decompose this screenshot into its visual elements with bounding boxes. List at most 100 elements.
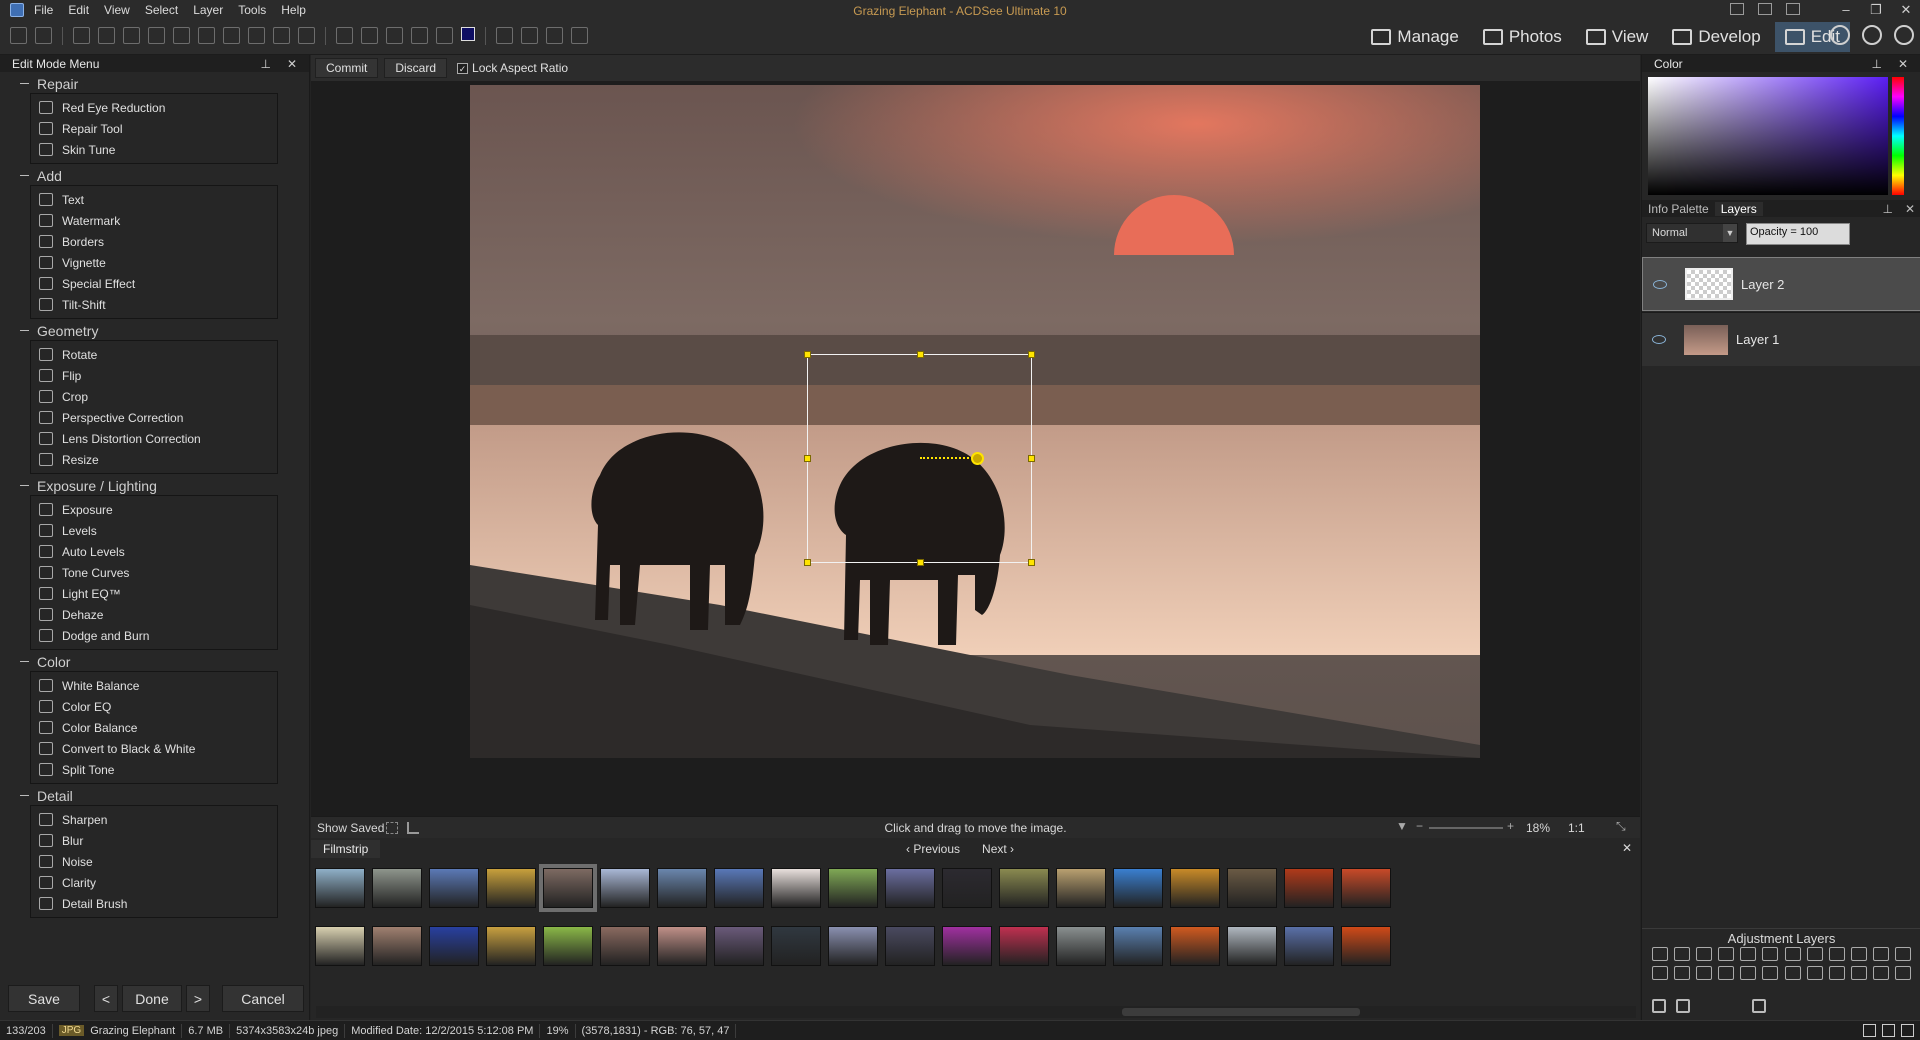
filmstrip-thumbnail[interactable] [1284, 868, 1334, 908]
layout-left-icon[interactable] [1730, 3, 1744, 15]
adj-stamp-icon[interactable] [1872, 966, 1889, 980]
shape-tool-icon[interactable] [273, 27, 290, 44]
scroll-thumb[interactable] [1122, 1008, 1360, 1016]
eye-icon[interactable] [1653, 279, 1667, 289]
zoom-slider[interactable] [1429, 827, 1503, 829]
gradient-icon[interactable] [386, 27, 403, 44]
tool-red-eye-reduction[interactable]: Red Eye Reduction [31, 97, 277, 118]
photo-elephants-sunset[interactable] [470, 85, 1480, 758]
layout-right-icon[interactable] [1786, 3, 1800, 15]
eyedropper-icon[interactable] [436, 27, 453, 44]
delete-layer-icon[interactable] [1752, 999, 1766, 1013]
adj-more-icon[interactable] [1894, 966, 1911, 980]
visibility-icon[interactable] [1894, 25, 1914, 45]
layer-row[interactable]: Layer 1 [1642, 312, 1920, 366]
polygon-lasso-icon[interactable] [123, 27, 140, 44]
filmstrip-thumbnail[interactable] [1056, 926, 1106, 966]
clone-icon[interactable] [361, 27, 378, 44]
adj-effect-icon[interactable] [1740, 966, 1757, 980]
tool-detail-brush[interactable]: Detail Brush [31, 893, 277, 914]
tool-dodge-and-burn[interactable]: Dodge and Burn [31, 625, 277, 646]
tool-vignette[interactable]: Vignette [31, 252, 277, 273]
adj-photo-filter-icon[interactable] [1806, 947, 1823, 961]
adj-color-eq-icon[interactable] [1740, 947, 1757, 961]
blend-mode-select[interactable]: Normal ▼ [1646, 223, 1738, 243]
filmstrip-thumbnail[interactable] [1341, 926, 1391, 966]
adj-tilt-icon[interactable] [1762, 966, 1779, 980]
tool-tilt-shift[interactable]: Tilt-Shift [31, 294, 277, 315]
mode-develop[interactable]: Develop [1662, 22, 1770, 52]
pin-icon[interactable]: ⊥ [1876, 202, 1898, 216]
duplicate-layer-icon[interactable] [1676, 999, 1690, 1013]
mode-photos[interactable]: Photos [1473, 22, 1572, 52]
close-filmstrip-icon[interactable]: ✕ [1622, 841, 1632, 855]
tool-exposure[interactable]: Exposure [31, 499, 277, 520]
close-icon[interactable]: ✕ [1899, 202, 1920, 216]
record-icon[interactable] [521, 27, 538, 44]
group-title[interactable]: Add [20, 166, 278, 185]
adj-blur-icon[interactable] [1674, 966, 1691, 980]
close-icon[interactable]: ✕ [287, 57, 297, 71]
action-icon[interactable] [571, 27, 588, 44]
adj-tone-icon[interactable] [1828, 947, 1845, 961]
group-title[interactable]: Repair [20, 74, 278, 93]
filmstrip-thumbnail[interactable] [771, 926, 821, 966]
pin-icon[interactable]: ⊥ [1871, 57, 1881, 71]
filmstrip-thumbnail[interactable] [600, 868, 650, 908]
lock-aspect-checkbox[interactable]: ✓ Lock Aspect Ratio [457, 61, 568, 75]
compare-icon[interactable] [1882, 1024, 1895, 1037]
next-link[interactable]: Next › [982, 842, 1014, 856]
filmstrip-thumbnail[interactable] [714, 926, 764, 966]
adj-color-balance-icon[interactable] [1762, 947, 1779, 961]
tool-skin-tune[interactable]: Skin Tune [31, 139, 277, 160]
tool-special-effect[interactable]: Special Effect [31, 273, 277, 294]
filmstrip-thumbnail[interactable] [828, 868, 878, 908]
tool-tone-curves[interactable]: Tone Curves [31, 562, 277, 583]
tool-white-balance[interactable]: White Balance [31, 675, 277, 696]
minimize-icon[interactable]: – [1838, 2, 1854, 18]
filmstrip-thumbnail[interactable] [1170, 926, 1220, 966]
brush-icon[interactable] [336, 27, 353, 44]
hand-tool-icon[interactable] [10, 27, 27, 44]
filmstrip-thumbnail[interactable] [1341, 868, 1391, 908]
adj-dehaze-icon[interactable] [1806, 966, 1823, 980]
tool-noise[interactable]: Noise [31, 851, 277, 872]
layer-row[interactable]: Layer 2 [1642, 257, 1920, 311]
filmstrip-thumbnail[interactable] [1113, 868, 1163, 908]
filmstrip-thumbnail[interactable] [942, 926, 992, 966]
commit-button[interactable]: Commit [315, 58, 379, 78]
filmstrip-thumbnail[interactable] [771, 868, 821, 908]
tool-lens-distortion[interactable]: Lens Distortion Correction [31, 428, 277, 449]
tool-watermark[interactable]: Watermark [31, 210, 277, 231]
crop-handle-left[interactable] [804, 455, 811, 462]
adj-curve-icon[interactable] [1850, 947, 1867, 961]
filmstrip-thumbnail[interactable] [315, 868, 365, 908]
filmstrip-thumbnail[interactable] [657, 926, 707, 966]
filmstrip-thumbnail[interactable] [942, 868, 992, 908]
lasso-icon[interactable] [98, 27, 115, 44]
group-title[interactable]: Color [20, 652, 278, 671]
filmstrip-thumbnail[interactable] [372, 868, 422, 908]
dashboard-icon[interactable] [1862, 25, 1882, 45]
fit-icon[interactable]: ⤡ [1616, 819, 1626, 834]
tool-rotate[interactable]: Rotate [31, 344, 277, 365]
previous-image-button[interactable]: < [94, 985, 118, 1012]
arrow-tool-icon[interactable] [248, 27, 265, 44]
filmstrip-thumbnail[interactable] [885, 926, 935, 966]
adj-grain-icon[interactable] [1894, 947, 1911, 961]
filmstrip-thumbnail[interactable] [714, 868, 764, 908]
ellipse-select-icon[interactable] [198, 27, 215, 44]
close-icon[interactable]: ✕ [1898, 57, 1908, 71]
previous-link[interactable]: ‹ Previous [906, 842, 960, 856]
filmstrip-thumbnail[interactable] [828, 926, 878, 966]
filmstrip-thumbnail[interactable] [486, 926, 536, 966]
adj-exposure-icon[interactable] [1652, 947, 1668, 961]
adj-light-icon[interactable] [1696, 947, 1713, 961]
tool-repair[interactable]: Repair Tool [31, 118, 277, 139]
tool-resize[interactable]: Resize [31, 449, 277, 470]
crop-handle-top-left[interactable] [804, 351, 811, 358]
filmstrip-thumbnail[interactable] [486, 868, 536, 908]
filmstrip-thumbnail[interactable] [1170, 868, 1220, 908]
adj-levels-icon[interactable] [1674, 947, 1691, 961]
discard-button[interactable]: Discard [384, 58, 448, 78]
